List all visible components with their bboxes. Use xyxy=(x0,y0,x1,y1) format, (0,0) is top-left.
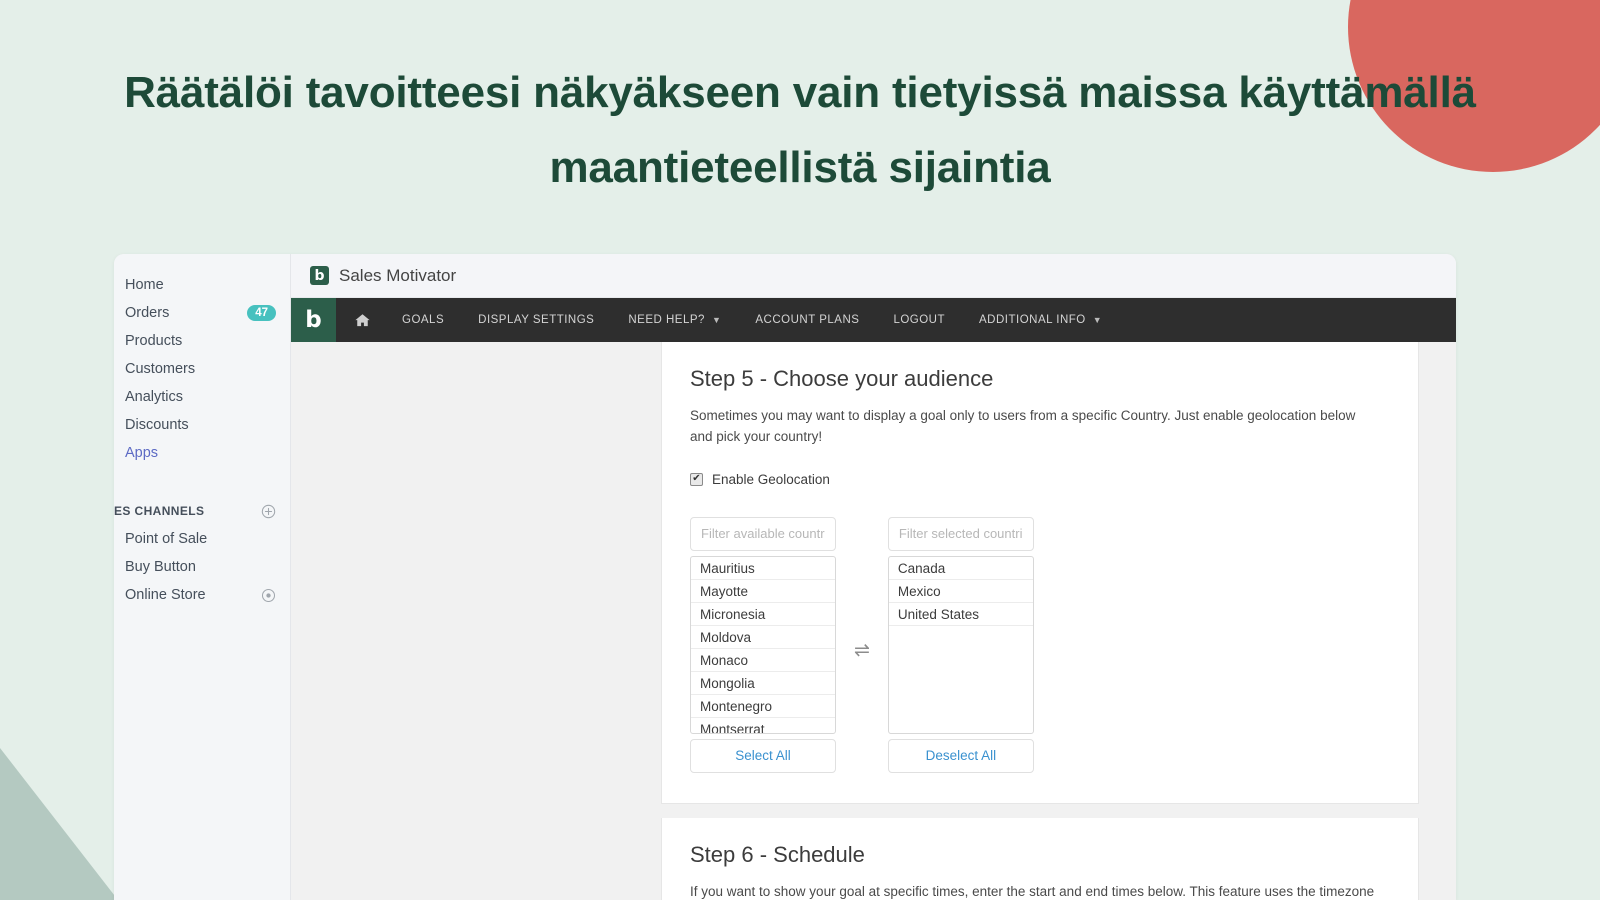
country-picker: Mauritius Mayotte Micronesia Moldova Mon… xyxy=(690,516,1390,773)
orders-count-badge: 47 xyxy=(247,304,276,322)
eye-icon[interactable] xyxy=(261,588,276,603)
list-item[interactable]: Mayotte xyxy=(691,580,835,603)
app-logo-icon: b xyxy=(310,266,329,285)
nav-link-label: ADDITIONAL INFO xyxy=(979,314,1086,326)
chevron-down-icon: ▼ xyxy=(1092,315,1103,325)
content-column: Step 5 - Choose your audience Sometimes … xyxy=(661,342,1419,900)
navbar-brand-icon[interactable]: b xyxy=(291,298,336,342)
available-countries-list[interactable]: Mauritius Mayotte Micronesia Moldova Mon… xyxy=(690,555,836,734)
sidebar-item-orders[interactable]: Orders 47 xyxy=(114,299,290,327)
app-right-gutter xyxy=(1419,342,1456,900)
nav-link-label: LOGOUT xyxy=(893,314,945,326)
nav-link-need-help[interactable]: NEED HELP? ▼ xyxy=(611,298,738,342)
embedded-app: b Sales Motivator b GOALS DISPLAY SETTIN… xyxy=(291,254,1456,900)
nav-link-label: NEED HELP? xyxy=(628,314,705,326)
sidebar-item-label: Apps xyxy=(125,445,159,461)
sidebar-item-label: Point of Sale xyxy=(125,531,208,547)
nav-link-label: ACCOUNT PLANS xyxy=(755,314,860,326)
page-headline: Räätälöi tavoitteesi näkyäkseen vain tie… xyxy=(124,68,1476,192)
plus-circle-icon[interactable] xyxy=(261,504,276,519)
app-window: Home Orders 47 Products Customers Analyt… xyxy=(114,254,1456,900)
sidebar-item-apps[interactable]: Apps xyxy=(114,439,290,467)
nav-link-display-settings[interactable]: DISPLAY SETTINGS xyxy=(461,298,611,342)
sidebar-item-buy-button[interactable]: Buy Button xyxy=(114,553,290,581)
selected-countries-panel: Canada Mexico United States Deselect All xyxy=(887,516,1034,773)
sidebar-item-discounts[interactable]: Discounts xyxy=(114,411,290,439)
nav-home-icon[interactable] xyxy=(336,298,385,342)
chevron-down-icon: ▼ xyxy=(711,315,722,325)
sidebar-item-products[interactable]: Products xyxy=(114,327,290,355)
sidebar-item-label: Products xyxy=(125,333,183,349)
nav-link-label: GOALS xyxy=(402,314,445,326)
nav-link-account-plans[interactable]: ACCOUNT PLANS xyxy=(738,298,876,342)
step6-card: Step 6 - Schedule If you want to show yo… xyxy=(661,817,1419,900)
list-item[interactable]: Mexico xyxy=(888,580,1033,603)
app-titlebar: b Sales Motivator xyxy=(291,254,1456,298)
sidebar-item-home[interactable]: Home xyxy=(114,271,290,299)
shop-sidebar: Home Orders 47 Products Customers Analyt… xyxy=(114,254,291,900)
sidebar-item-analytics[interactable]: Analytics xyxy=(114,383,290,411)
app-navbar: b GOALS DISPLAY SETTINGS NEED HELP? ▼ AC… xyxy=(291,298,1456,342)
sidebar-item-point-of-sale[interactable]: Point of Sale xyxy=(114,525,290,553)
sidebar-item-label: Analytics xyxy=(125,389,184,405)
filter-available-countries-input[interactable] xyxy=(690,516,836,551)
list-item[interactable]: Mongolia xyxy=(691,672,835,695)
list-item[interactable]: Monaco xyxy=(691,649,835,672)
enable-geolocation-label: Enable Geolocation xyxy=(712,471,830,487)
enable-geolocation-checkbox[interactable]: ✔ xyxy=(690,472,703,486)
sidebar-item-online-store[interactable]: Online Store xyxy=(114,581,290,609)
sidebar-item-label: Discounts xyxy=(125,417,189,433)
list-item[interactable]: Mauritius xyxy=(691,557,835,580)
sidebar-section-sales-channels: ES CHANNELS xyxy=(114,497,290,525)
sidebar-item-customers[interactable]: Customers xyxy=(114,355,290,383)
available-countries-panel: Mauritius Mayotte Micronesia Moldova Mon… xyxy=(690,516,836,773)
sidebar-item-label: Customers xyxy=(125,361,196,377)
app-left-gutter xyxy=(291,342,661,900)
nav-link-additional-info[interactable]: ADDITIONAL INFO ▼ xyxy=(962,298,1119,342)
list-item[interactable]: Moldova xyxy=(691,626,835,649)
step6-title: Step 6 - Schedule xyxy=(690,841,865,867)
sidebar-item-label: Orders xyxy=(125,305,170,321)
deselect-all-button[interactable]: Deselect All xyxy=(887,738,1034,773)
step5-card: Step 5 - Choose your audience Sometimes … xyxy=(661,342,1419,804)
sidebar-item-label: Buy Button xyxy=(125,559,196,575)
step5-description: Sometimes you may want to display a goal… xyxy=(690,408,1356,444)
nav-link-logout[interactable]: LOGOUT xyxy=(876,298,962,342)
home-icon xyxy=(355,313,370,326)
app-title: Sales Motivator xyxy=(339,265,457,285)
swap-arrows-icon[interactable]: ⇌ xyxy=(854,639,870,662)
filter-selected-countries-input[interactable] xyxy=(887,516,1034,551)
app-body: Step 5 - Choose your audience Sometimes … xyxy=(291,342,1456,900)
step6-description: If you want to show your goal at specifi… xyxy=(690,883,1375,899)
decorative-triangle-green xyxy=(0,748,118,900)
list-item[interactable]: Micronesia xyxy=(691,603,835,626)
nav-link-goals[interactable]: GOALS xyxy=(385,298,461,342)
list-item[interactable]: United States xyxy=(888,603,1033,626)
selected-countries-list[interactable]: Canada Mexico United States xyxy=(887,555,1034,734)
list-item[interactable]: Montenegro xyxy=(691,695,835,718)
nav-link-label: DISPLAY SETTINGS xyxy=(478,314,595,326)
sidebar-item-label: Home xyxy=(125,277,164,293)
enable-geolocation-row[interactable]: ✔ Enable Geolocation xyxy=(690,472,1390,487)
select-all-button[interactable]: Select All xyxy=(690,738,836,773)
list-item[interactable]: Montserrat xyxy=(691,718,835,733)
list-item[interactable]: Canada xyxy=(888,557,1033,580)
sidebar-section-label: ES CHANNELS xyxy=(114,504,205,518)
step5-title: Step 5 - Choose your audience xyxy=(690,366,994,391)
sidebar-item-label: Online Store xyxy=(125,587,206,603)
